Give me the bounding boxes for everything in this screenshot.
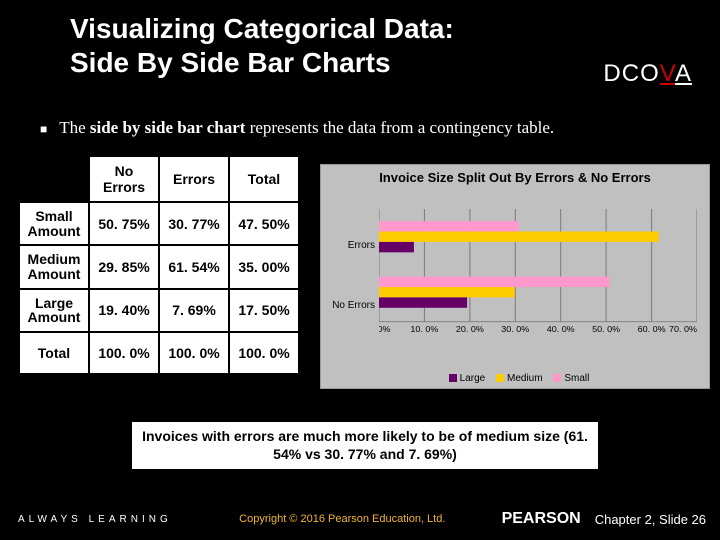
bullet-text: ■ The side by side bar chart represents … xyxy=(40,118,554,138)
bar-errors-large xyxy=(379,242,414,252)
cell: 35. 00% xyxy=(229,245,299,288)
svg-text:30. 0%: 30. 0% xyxy=(501,325,530,334)
chart-title: Invoice Size Split Out By Errors & No Er… xyxy=(321,171,709,186)
table-row: Medium Amount 29. 85% 61. 54% 35. 00% xyxy=(19,245,299,288)
cell: 100. 0% xyxy=(89,332,159,374)
chart-plot: 0. 0% 10. 0% 20. 0% 30. 0% 40. 0% 50. 0%… xyxy=(379,209,697,339)
cell: 50. 75% xyxy=(89,202,159,245)
bullet-pre: The xyxy=(59,118,90,137)
bar-noerrors-medium xyxy=(379,287,515,297)
table-row: Large Amount 19. 40% 7. 69% 17. 50% xyxy=(19,289,299,332)
cell: 47. 50% xyxy=(229,202,299,245)
slide-number: Chapter 2, Slide 26 xyxy=(595,512,706,527)
y-category-label: No Errors xyxy=(323,300,375,311)
legend-label: Small xyxy=(564,373,589,384)
row-label: Large Amount xyxy=(19,289,89,332)
title-line-2: Side By Side Bar Charts xyxy=(70,47,391,78)
contingency-table: No Errors Errors Total Small Amount 50. … xyxy=(18,155,300,375)
svg-text:60. 0%: 60. 0% xyxy=(638,325,667,334)
always-learning: ALWAYS LEARNING xyxy=(18,514,183,525)
dcova-a: A xyxy=(675,60,692,87)
dcova-c: C xyxy=(622,60,640,87)
svg-text:10. 0%: 10. 0% xyxy=(410,325,439,334)
bullet-bold: side by side bar chart xyxy=(90,118,250,137)
cell: 61. 54% xyxy=(159,245,229,288)
bar-noerrors-small xyxy=(379,277,610,287)
bar-noerrors-large xyxy=(379,297,467,307)
row-label: Small Amount xyxy=(19,202,89,245)
title-line-1: Visualizing Categorical Data: xyxy=(70,13,454,44)
dcova-o: O xyxy=(640,60,660,87)
cell: 100. 0% xyxy=(159,332,229,374)
callout-box: Invoices with errors are much more likel… xyxy=(130,420,600,471)
bar-group-noerrors xyxy=(379,277,610,308)
svg-text:40. 0%: 40. 0% xyxy=(547,325,576,334)
table-header-row: No Errors Errors Total xyxy=(19,156,299,202)
svg-text:70. 0%: 70. 0% xyxy=(669,325,697,334)
table-row: Total 100. 0% 100. 0% 100. 0% xyxy=(19,332,299,374)
page-title: Visualizing Categorical Data: Side By Si… xyxy=(70,12,570,79)
x-axis-ticks: 0. 0% 10. 0% 20. 0% 30. 0% 40. 0% 50. 0%… xyxy=(379,325,697,334)
col-header: Total xyxy=(229,156,299,202)
dcova-v: V xyxy=(660,60,675,87)
cell: 29. 85% xyxy=(89,245,159,288)
chart-legend: Large Medium Small xyxy=(321,373,709,384)
svg-text:0. 0%: 0. 0% xyxy=(379,325,391,334)
y-category-label: Errors xyxy=(323,240,375,251)
bullet-icon: ■ xyxy=(40,122,47,136)
table-corner xyxy=(19,156,89,202)
legend-swatch-medium xyxy=(496,374,504,382)
chart-panel: Invoice Size Split Out By Errors & No Er… xyxy=(320,164,710,389)
dcova-badge: DCOVA xyxy=(603,60,692,88)
legend-label: Large xyxy=(460,373,486,384)
bar-group-errors xyxy=(379,221,659,252)
bar-errors-medium xyxy=(379,232,659,242)
legend-swatch-large xyxy=(449,374,457,382)
pearson-logo: PEARSON xyxy=(502,510,581,528)
copyright: Copyright © 2016 Pearson Education, Ltd. xyxy=(183,513,502,525)
footer: ALWAYS LEARNING Copyright © 2016 Pearson… xyxy=(0,498,720,540)
bar-errors-small xyxy=(379,221,519,231)
col-header: No Errors xyxy=(89,156,159,202)
legend-label: Medium xyxy=(507,373,543,384)
cell: 30. 77% xyxy=(159,202,229,245)
table-row: Small Amount 50. 75% 30. 77% 47. 50% xyxy=(19,202,299,245)
svg-text:20. 0%: 20. 0% xyxy=(456,325,485,334)
cell: 17. 50% xyxy=(229,289,299,332)
row-label: Medium Amount xyxy=(19,245,89,288)
cell: 7. 69% xyxy=(159,289,229,332)
row-label: Total xyxy=(19,332,89,374)
dcova-d: D xyxy=(603,60,621,87)
svg-text:50. 0%: 50. 0% xyxy=(592,325,621,334)
legend-swatch-small xyxy=(553,374,561,382)
cell: 100. 0% xyxy=(229,332,299,374)
cell: 19. 40% xyxy=(89,289,159,332)
bullet-post: represents the data from a contingency t… xyxy=(250,118,554,137)
col-header: Errors xyxy=(159,156,229,202)
